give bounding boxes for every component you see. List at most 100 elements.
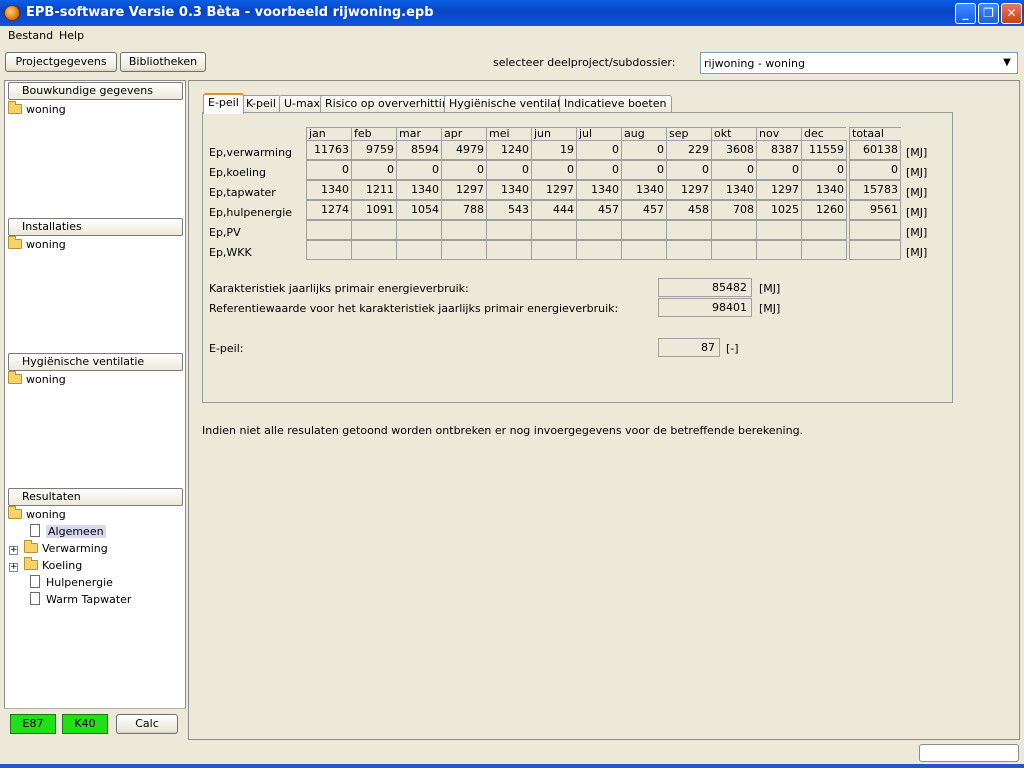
tree-item-verwarming[interactable]: + Verwarming bbox=[9, 540, 108, 557]
chevron-down-icon[interactable]: ▼ bbox=[999, 55, 1015, 71]
e-peil-value: 87 bbox=[658, 338, 720, 357]
month-header: jun bbox=[531, 127, 576, 140]
menu-help[interactable]: Help bbox=[59, 29, 84, 42]
table-cell: 1025 bbox=[756, 200, 802, 220]
table-cell: 0 bbox=[486, 160, 532, 180]
tab-k-peil[interactable]: K-peil bbox=[241, 95, 281, 113]
table-cell bbox=[396, 240, 442, 260]
section-installaties[interactable]: Installaties bbox=[8, 218, 183, 236]
table-cell: 1091 bbox=[351, 200, 397, 220]
tree-item-label: Hulpenergie bbox=[46, 576, 113, 589]
tab-indicatieve-boeten[interactable]: Indicatieve boeten bbox=[559, 95, 672, 113]
table-cell bbox=[351, 220, 397, 240]
window-title: EPB-software Versie 0.3 Bèta - voorbeeld… bbox=[26, 5, 434, 20]
tree-item-label: woning bbox=[26, 508, 66, 521]
tree-item-woning-installaties[interactable]: woning bbox=[8, 236, 66, 253]
table-cell: 1274 bbox=[306, 200, 352, 220]
tree-item-label: Algemeen bbox=[46, 525, 106, 538]
table-cell: 1240 bbox=[486, 140, 532, 160]
total-cell: 9561 bbox=[849, 200, 901, 220]
section-bouwkundige-gegevens[interactable]: Bouwkundige gegevens bbox=[8, 82, 183, 100]
tree-item-hulpenergie[interactable]: Hulpenergie bbox=[30, 575, 113, 591]
row-unit: [MJ] bbox=[906, 226, 928, 239]
close-button[interactable]: ✕ bbox=[1001, 3, 1022, 24]
table-cell: 9759 bbox=[351, 140, 397, 160]
table-cell bbox=[531, 240, 577, 260]
section-hygienische-ventilatie[interactable]: Hygiënische ventilatie bbox=[8, 353, 183, 371]
table-cell: 0 bbox=[351, 160, 397, 180]
folder-icon bbox=[24, 557, 38, 570]
row-unit: [MJ] bbox=[906, 146, 928, 159]
row-unit: [MJ] bbox=[906, 186, 928, 199]
table-cell bbox=[441, 240, 487, 260]
total-cell: 60138 bbox=[849, 140, 901, 160]
e-peil-label: E-peil: bbox=[209, 342, 244, 355]
table-cell: 3608 bbox=[711, 140, 757, 160]
bibliotheken-button[interactable]: Bibliotheken bbox=[120, 52, 206, 72]
table-cell: 0 bbox=[531, 160, 577, 180]
navigation-panel bbox=[4, 80, 186, 740]
month-header: jul bbox=[576, 127, 621, 140]
calc-button[interactable]: Calc bbox=[116, 714, 178, 734]
table-cell bbox=[576, 220, 622, 240]
table-cell: 0 bbox=[756, 160, 802, 180]
karakteristiek-value: 85482 bbox=[658, 278, 752, 297]
projectgegevens-button[interactable]: Projectgegevens bbox=[5, 52, 117, 72]
tree-item-woning-resultaten[interactable]: woning bbox=[8, 506, 66, 523]
status-field bbox=[919, 744, 1019, 762]
table-cell: 11763 bbox=[306, 140, 352, 160]
tab-hygienische-ventilatie[interactable]: Hygiënische ventilatie bbox=[444, 95, 577, 113]
taskbar bbox=[0, 764, 1024, 768]
expand-icon[interactable]: + bbox=[9, 563, 18, 572]
subproject-select[interactable]: rijwoning - woning ▼ bbox=[700, 52, 1018, 74]
table-cell bbox=[306, 240, 352, 260]
e-indicator: E87 bbox=[10, 714, 56, 734]
table-cell: 0 bbox=[576, 160, 622, 180]
karakteristiek-label: Karakteristiek jaarlijks primair energie… bbox=[209, 282, 469, 295]
tab-u-max[interactable]: U-max bbox=[279, 95, 325, 113]
table-cell bbox=[621, 240, 667, 260]
expand-icon[interactable]: + bbox=[9, 546, 18, 555]
app-icon bbox=[4, 5, 20, 21]
table-cell bbox=[306, 220, 352, 240]
maximize-button[interactable]: ❐ bbox=[978, 3, 999, 24]
table-cell: 1297 bbox=[531, 180, 577, 200]
folder-icon bbox=[8, 236, 22, 249]
section-resultaten[interactable]: Resultaten bbox=[8, 488, 183, 506]
table-cell: 1340 bbox=[801, 180, 847, 200]
month-header: aug bbox=[621, 127, 666, 140]
table-cell bbox=[666, 240, 712, 260]
tree-item-koeling[interactable]: + Koeling bbox=[9, 557, 83, 574]
folder-icon bbox=[8, 506, 22, 519]
tree-item-warm-tapwater[interactable]: Warm Tapwater bbox=[30, 592, 131, 608]
tree-item-label: Warm Tapwater bbox=[46, 593, 132, 606]
month-header: jan bbox=[306, 127, 351, 140]
table-cell: 4979 bbox=[441, 140, 487, 160]
row-label: Ep,WKK bbox=[209, 246, 252, 259]
table-cell: 788 bbox=[441, 200, 487, 220]
subproject-label: selecteer deelproject/subdossier: bbox=[493, 56, 676, 69]
row-unit: [MJ] bbox=[906, 246, 928, 259]
table-cell bbox=[711, 220, 757, 240]
row-label: Ep,tapwater bbox=[209, 186, 276, 199]
table-cell: 457 bbox=[621, 200, 667, 220]
table-cell: 1340 bbox=[621, 180, 667, 200]
table-cell bbox=[801, 240, 847, 260]
tab-risico-oververhitting[interactable]: Risico op oververhitting bbox=[320, 95, 461, 113]
tree-item-woning-bouwkundig[interactable]: woning bbox=[8, 101, 66, 118]
table-cell: 0 bbox=[306, 160, 352, 180]
menu-bestand[interactable]: Bestand bbox=[8, 29, 53, 42]
table-cell: 0 bbox=[621, 140, 667, 160]
table-cell: 1340 bbox=[396, 180, 442, 200]
tree-item-label: Koeling bbox=[42, 559, 83, 572]
menu-bar: Bestand Help bbox=[0, 26, 1024, 46]
table-cell: 708 bbox=[711, 200, 757, 220]
tree-item-label: Verwarming bbox=[42, 542, 108, 555]
tree-item-woning-ventilatie[interactable]: woning bbox=[8, 371, 66, 388]
minimize-button[interactable]: _ bbox=[955, 3, 976, 24]
tab-e-peil[interactable]: E-peil bbox=[203, 93, 244, 114]
title-bar: EPB-software Versie 0.3 Bèta - voorbeeld… bbox=[0, 0, 1024, 26]
table-cell: 0 bbox=[576, 140, 622, 160]
month-header: okt bbox=[711, 127, 756, 140]
tree-item-algemeen[interactable]: Algemeen bbox=[30, 524, 106, 540]
